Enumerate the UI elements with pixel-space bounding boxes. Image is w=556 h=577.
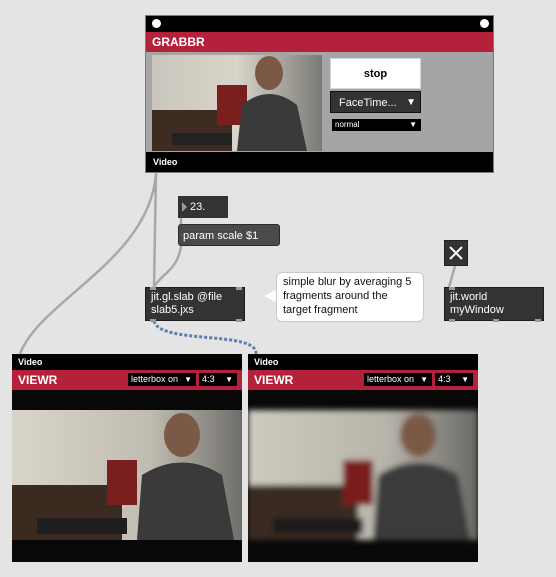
viewr-header: VIEWR letterbox on ▼ 4:3 ▼ [248,370,478,390]
jit-gl-slab-object[interactable]: jit.gl.slab @file slab5.jxs [145,287,245,322]
slab-object-line2: slab5.jxs [151,304,194,316]
close-x-icon [449,246,463,260]
aspect-value: 4:3 [438,374,451,384]
chevron-down-icon: ▼ [420,375,428,384]
slab-object-line1: jit.gl.slab @file [151,291,223,303]
inlet-port[interactable] [150,287,156,290]
inlet-dot[interactable] [480,19,489,28]
world-object-line2: myWindow [450,304,504,316]
viewr-module: Video VIEWR letterbox on ▼ 4:3 ▼ [12,354,242,562]
grabbr-title: GRABBR [146,32,493,52]
viewr-video-display [248,390,478,562]
viewr-header: VIEWR letterbox on ▼ 4:3 ▼ [12,370,242,390]
viewr-title: VIEWR [18,373,58,387]
mode-select-value: normal [335,120,360,129]
number-box-value: 23. [190,201,206,213]
grabbr-top-bar [146,16,493,32]
viewr-module: Video VIEWR letterbox on ▼ 4:3 ▼ [248,354,478,562]
chevron-down-icon: ▼ [225,375,233,384]
inlet-port[interactable] [236,287,242,290]
viewr-label: Video [254,357,279,367]
stop-button[interactable]: stop [330,58,421,89]
letterbox-value: letterbox on [131,374,179,384]
outlet-port[interactable] [236,319,242,322]
param-scale-message[interactable]: param scale $1 [178,224,280,246]
letterbox-select[interactable]: letterbox on ▼ [128,373,196,386]
number-box[interactable]: 23. [178,196,228,218]
outlet-port[interactable] [150,319,156,322]
grabbr-module: GRABBR Video [145,15,494,173]
outlet-port[interactable] [449,319,455,322]
chevron-down-icon: ▼ [406,97,416,108]
inlet-port[interactable] [449,287,455,290]
aspect-value: 4:3 [202,374,215,384]
camera-select-value: FaceTime... [339,97,397,109]
viewr-title: VIEWR [254,373,294,387]
triangle-icon [182,202,187,212]
chevron-down-icon: ▼ [409,120,417,129]
comment-tail [264,290,276,302]
camera-select[interactable]: FaceTime... ▼ [330,91,421,113]
outlet-port[interactable] [493,319,499,322]
viewr-label: Video [18,357,43,367]
chevron-down-icon: ▼ [184,375,192,384]
aspect-select[interactable]: 4:3 ▼ [199,373,237,386]
inlet-dot[interactable] [152,19,161,28]
mode-select[interactable]: normal ▼ [332,119,421,131]
toggle[interactable] [444,240,468,266]
outlet-port[interactable] [535,319,541,322]
aspect-select[interactable]: 4:3 ▼ [435,373,473,386]
world-object-line1: jit.world [450,291,488,303]
jit-world-object[interactable]: jit.world myWindow [444,287,544,322]
chevron-down-icon: ▼ [461,375,469,384]
letterbox-select[interactable]: letterbox on ▼ [364,373,432,386]
grabbr-video-preview [152,55,322,151]
viewr-video-display [12,390,242,562]
letterbox-value: letterbox on [367,374,415,384]
grabbr-footer: Video [146,152,493,172]
blur-comment: simple blur by averaging 5 fragments aro… [276,272,424,322]
